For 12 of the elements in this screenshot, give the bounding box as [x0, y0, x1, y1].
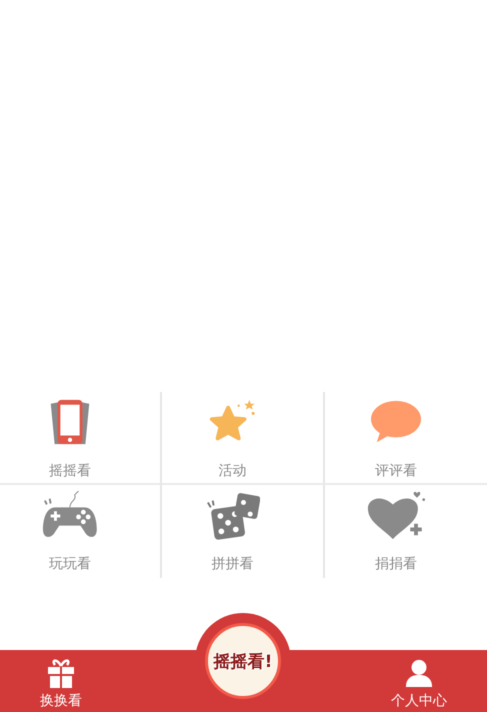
- gift-icon[interactable]: [47, 658, 75, 688]
- menu-label[interactable]: 活动: [218, 462, 246, 480]
- menu-label[interactable]: 拼拼看: [211, 555, 254, 573]
- dice-icon: [204, 491, 260, 541]
- heart-plus-icon: [366, 491, 426, 541]
- tab-label[interactable]: 换换看: [40, 692, 82, 710]
- menu-label[interactable]: 玩玩看: [49, 555, 92, 573]
- person-icon[interactable]: [405, 658, 433, 688]
- menu-label[interactable]: 捐捐看: [374, 555, 417, 573]
- menu-label[interactable]: 摇摇看: [49, 462, 92, 480]
- menu-label[interactable]: 评评看: [374, 462, 417, 480]
- tab-label[interactable]: 个人中心: [391, 692, 447, 710]
